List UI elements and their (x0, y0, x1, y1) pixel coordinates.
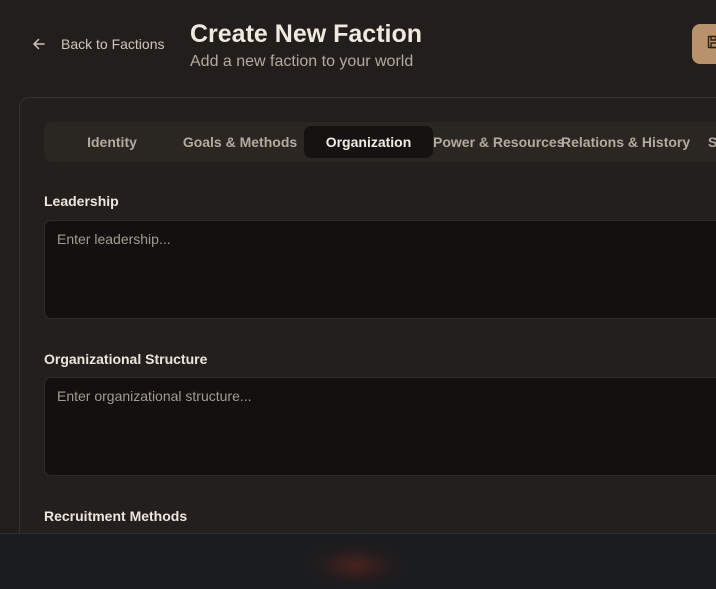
tab-power-resources[interactable]: Power & Resources (433, 126, 565, 158)
page: Back to Factions Create New Faction Add … (0, 0, 716, 589)
organizational-structure-label: Organizational Structure (44, 351, 208, 367)
organizational-structure-input[interactable] (44, 377, 716, 476)
tab-truncated[interactable]: S (689, 126, 716, 158)
back-link-label: Back to Factions (61, 36, 165, 52)
tab-relations-history[interactable]: Relations & History (561, 126, 690, 158)
faction-form-card (19, 97, 716, 557)
leadership-label: Leadership (44, 193, 119, 209)
save-icon (706, 34, 716, 55)
bottom-glow-decoration (300, 541, 410, 589)
save-button[interactable] (692, 24, 716, 64)
recruitment-methods-label: Recruitment Methods (44, 508, 188, 524)
tab-goals-methods[interactable]: Goals & Methods (176, 126, 304, 158)
page-subtitle: Add a new faction to your world (190, 53, 414, 70)
arrow-left-icon (31, 36, 47, 52)
tab-identity[interactable]: Identity (48, 126, 176, 158)
back-to-factions-link[interactable]: Back to Factions (31, 34, 165, 54)
page-title: Create New Faction (190, 20, 423, 48)
tab-organization[interactable]: Organization (304, 126, 433, 158)
leadership-input[interactable] (44, 220, 716, 319)
